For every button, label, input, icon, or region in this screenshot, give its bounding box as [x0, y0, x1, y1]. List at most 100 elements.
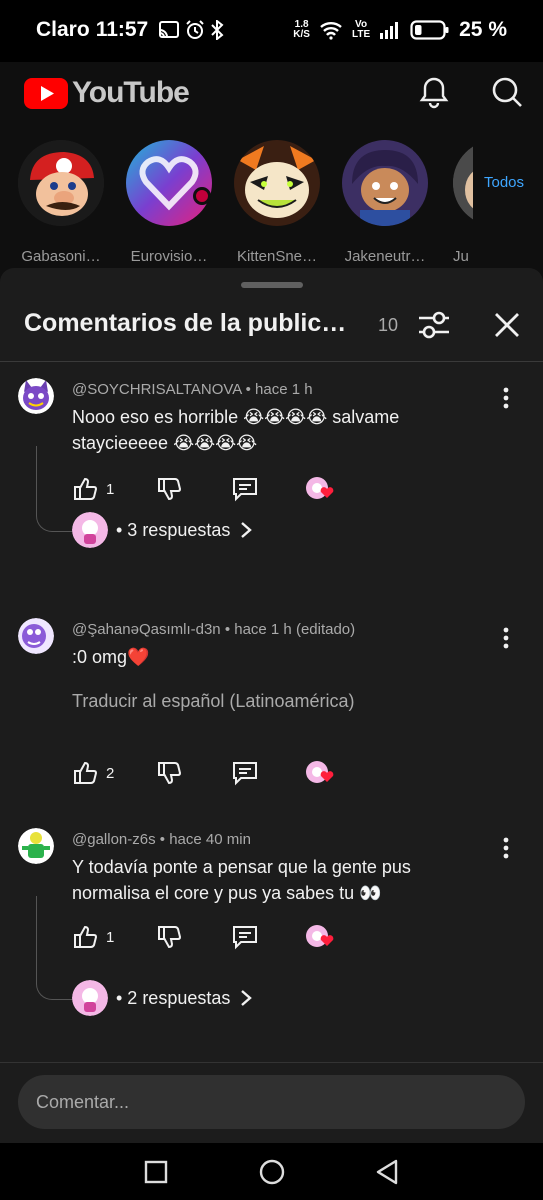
dislike-button[interactable] — [156, 924, 182, 950]
more-options-icon[interactable] — [496, 386, 516, 410]
mario-avatar-icon — [18, 140, 104, 226]
drag-handle[interactable] — [241, 282, 303, 288]
channel-avatar-item[interactable]: Gabasoni… — [11, 140, 111, 265]
battery-percent: 25 % — [459, 18, 507, 41]
creator-heart-badge — [305, 924, 337, 952]
comments-sheet: Comentarios de la public… 10 @SOYCHRISAL… — [0, 268, 543, 1143]
comment-text: :0 omg❤️ — [72, 647, 150, 667]
creator-heart-badge — [305, 760, 337, 788]
channel-name: Jakeneutr… — [344, 248, 426, 265]
like-button[interactable]: 2 — [72, 760, 114, 786]
like-count: 1 — [106, 928, 115, 946]
more-options-icon[interactable] — [496, 626, 516, 650]
home-icon[interactable] — [257, 1157, 287, 1187]
channel-avatar — [453, 140, 473, 226]
purple-cat-avatar-icon — [18, 378, 54, 414]
subscriptions-row: Gabasoni… Eurovisio… KittenSne… Jakeneut… — [0, 124, 543, 274]
reply-icon[interactable] — [231, 924, 259, 950]
comment-avatar[interactable] — [18, 378, 54, 414]
live-dot — [193, 187, 211, 205]
back-icon[interactable] — [372, 1157, 402, 1187]
channel-avatar — [342, 140, 428, 226]
bluetooth-icon — [211, 20, 224, 40]
more-options-icon[interactable] — [496, 836, 516, 860]
channel-avatar-item[interactable]: KittenSne… — [227, 140, 327, 265]
comment-meta: @gallon-z6s • hace 40 min — [72, 831, 251, 848]
youtube-logo[interactable]: YouTube — [24, 76, 190, 110]
status-left: Claro 11:57 — [36, 18, 224, 42]
all-channels-link[interactable]: Todos — [484, 174, 524, 191]
purple-creature-avatar-icon — [18, 618, 54, 654]
comment-author[interactable]: @SOYCHRISALTANOVA — [72, 381, 241, 398]
like-count: 2 — [106, 764, 115, 782]
chevron-right-icon — [241, 990, 253, 1006]
comment-count: 10 — [378, 315, 399, 335]
thread-line — [36, 446, 76, 532]
signal-icon — [380, 22, 399, 39]
creator-heart-icon — [306, 761, 334, 783]
search-icon[interactable] — [489, 74, 525, 110]
close-icon[interactable] — [490, 308, 524, 342]
chevron-right-icon — [241, 522, 253, 538]
youtube-logo-icon — [24, 77, 68, 109]
dislike-button[interactable] — [156, 760, 182, 786]
comment-meta: @SOYCHRISALTANOVA • hace 1 h — [72, 381, 313, 398]
like-count: 1 — [106, 480, 115, 498]
filter-sort-icon[interactable] — [415, 308, 453, 342]
replies-count: • 3 respuestas — [116, 519, 231, 540]
like-button[interactable]: 1 — [72, 476, 114, 502]
comment-text: Nooo eso es horrible 😭😭😭😭 salvame stayci… — [72, 407, 400, 453]
volte-indicator: Vo LTE — [351, 19, 371, 40]
creator-heart-icon — [306, 925, 334, 947]
reply-icon[interactable] — [231, 476, 259, 502]
comment-text: Y todavía ponte a pensar que la gente pu… — [72, 857, 411, 903]
comment-input[interactable]: Comentar... — [18, 1075, 525, 1129]
character-avatar-icon — [352, 150, 418, 226]
comment-time: • hace 1 h — [245, 381, 313, 398]
channel-name: Eurovisio… — [130, 248, 208, 265]
system-nav-bar — [0, 1143, 543, 1200]
channel-avatar — [234, 140, 320, 226]
comment-author[interactable]: @gallon-z6s — [72, 831, 156, 848]
cast-icon — [159, 21, 180, 38]
channel-avatar-item[interactable]: Ju — [443, 140, 473, 265]
channel-name: KittenSne… — [236, 248, 318, 265]
recent-apps-icon[interactable] — [141, 1157, 171, 1187]
character-avatar-icon — [238, 146, 316, 218]
app-name: YouTube — [72, 76, 190, 109]
comment-avatar[interactable] — [18, 828, 54, 864]
creator-heart-icon — [306, 477, 334, 499]
channel-name: Gabasoni… — [21, 248, 101, 265]
channel-avatar — [126, 140, 212, 226]
reply-avatar — [72, 512, 108, 548]
notifications-bell-icon[interactable] — [416, 74, 452, 110]
thumbs-up-icon — [74, 761, 98, 784]
sheet-title: Comentarios de la public… — [24, 309, 347, 337]
comment-time: • hace 1 h (editado) — [224, 621, 356, 638]
like-button[interactable]: 1 — [72, 924, 114, 950]
green-character-avatar-icon — [18, 828, 54, 864]
reply-icon[interactable] — [231, 760, 259, 786]
thread-line — [36, 896, 76, 1000]
status-bar: Claro 11:57 1.8 K/S Vo LTE 25 % — [0, 0, 543, 62]
replies-toggle[interactable]: • 2 respuestas — [72, 980, 254, 1016]
comment-author[interactable]: @ŞahanəQasımlı-d3n — [72, 621, 221, 638]
translate-link[interactable]: Traducir al español (Latinoamérica) — [72, 691, 354, 712]
header-divider — [0, 361, 543, 362]
network-speed: 1.8 K/S — [293, 19, 310, 40]
comment-meta: @ŞahanəQasımlı-d3n • hace 1 h (editado) — [72, 621, 355, 638]
comment-time: • hace 40 min — [159, 831, 251, 848]
channel-avatar-item[interactable]: Eurovisio… — [119, 140, 219, 265]
dislike-button[interactable] — [156, 476, 182, 502]
comment-composer: Comentar... — [0, 1062, 543, 1143]
alarm-icon — [186, 20, 204, 39]
channel-avatar — [18, 140, 104, 226]
replies-toggle[interactable]: • 3 respuestas — [72, 512, 254, 548]
reply-avatar — [72, 980, 108, 1016]
channel-avatar-item[interactable]: Jakeneutr… — [335, 140, 435, 265]
carrier-label: Claro — [36, 18, 90, 41]
clock: 11:57 — [95, 18, 149, 41]
channel-name: Ju — [453, 248, 469, 265]
comment-avatar[interactable] — [18, 618, 54, 654]
replies-count: • 2 respuestas — [116, 987, 231, 1008]
